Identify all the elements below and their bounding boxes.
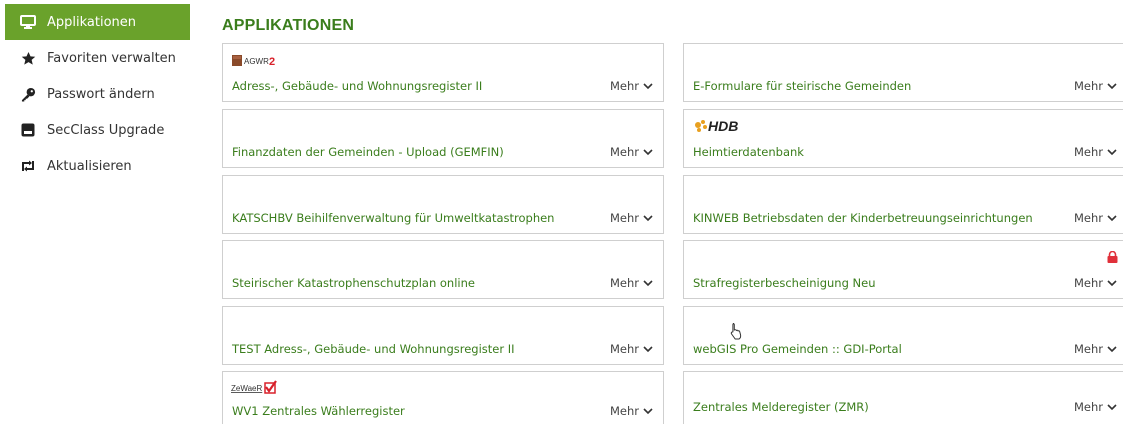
app-title[interactable]: KINWEB Betriebsdaten der Kinderbetreuung…	[693, 211, 1033, 225]
sidebar-item-label: Passwort ändern	[47, 86, 155, 102]
more-button[interactable]: Mehr	[610, 342, 653, 356]
chevron-down-icon	[1107, 82, 1117, 89]
sidebar: Applikationen Favoriten verwalten Passwo…	[5, 4, 190, 184]
app-title[interactable]: Adress-, Gebäude- und Wohnungsregister I…	[232, 79, 482, 93]
secclass-icon	[19, 121, 37, 139]
svg-text:AGWR: AGWR	[244, 57, 269, 66]
hand-pointer-icon	[729, 322, 743, 344]
app-card-hdb[interactable]: HDB Heimtierdatenbank Mehr	[683, 109, 1123, 168]
chevron-down-icon	[643, 345, 653, 352]
chevron-down-icon	[1107, 214, 1117, 221]
more-button[interactable]: Mehr	[1074, 342, 1117, 356]
key-icon	[19, 85, 37, 103]
app-card-strafregister[interactable]: Strafregisterbescheinigung Neu Mehr	[683, 240, 1123, 299]
sidebar-item-secclass[interactable]: SecClass Upgrade	[5, 112, 190, 148]
sidebar-item-label: Applikationen	[47, 14, 137, 30]
chevron-down-icon	[1107, 403, 1117, 410]
app-title[interactable]: E-Formulare für steirische Gemeinden	[693, 79, 911, 93]
app-title[interactable]: Strafregisterbescheinigung Neu	[693, 276, 876, 290]
sidebar-item-aktualisieren[interactable]: Aktualisieren	[5, 148, 190, 184]
app-title[interactable]: Finanzdaten der Gemeinden - Upload (GEMF…	[232, 145, 504, 159]
app-card-kinweb[interactable]: KINWEB Betriebsdaten der Kinderbetreuung…	[683, 175, 1123, 234]
app-title[interactable]: KATSCHBV Beihilfenverwaltung für Umweltk…	[232, 211, 554, 225]
chevron-down-icon	[643, 407, 653, 414]
app-card-zewaer[interactable]: ZeWaeR WV1 Zentrales Wählerregister Mehr	[222, 371, 664, 424]
more-button[interactable]: Mehr	[1074, 145, 1117, 159]
refresh-icon	[19, 157, 37, 175]
app-card-zmr[interactable]: Zentrales Melderegister (ZMR) Mehr	[683, 371, 1123, 424]
chevron-down-icon	[643, 279, 653, 286]
app-card-katschbv[interactable]: KATSCHBV Beihilfenverwaltung für Umweltk…	[222, 175, 664, 234]
app-card-webgis[interactable]: webGIS Pro Gemeinden :: GDI-Portal Mehr	[683, 306, 1123, 365]
page-title: APPLIKATIONEN	[222, 17, 355, 34]
chevron-down-icon	[1107, 345, 1117, 352]
agwr2-logo: AGWR 2	[231, 52, 291, 68]
more-button[interactable]: Mehr	[610, 404, 653, 418]
svg-text:HDB: HDB	[708, 118, 738, 134]
sidebar-item-label: Aktualisieren	[47, 158, 132, 174]
more-button[interactable]: Mehr	[1074, 79, 1117, 93]
lock-icon	[1107, 248, 1118, 267]
app-title[interactable]: Steirischer Katastrophenschutzplan onlin…	[232, 276, 475, 290]
chevron-down-icon	[643, 82, 653, 89]
sidebar-item-favoriten[interactable]: Favoriten verwalten	[5, 40, 190, 76]
more-button[interactable]: Mehr	[610, 276, 653, 290]
chevron-down-icon	[643, 148, 653, 155]
svg-text:2: 2	[269, 56, 275, 67]
app-title[interactable]: webGIS Pro Gemeinden :: GDI-Portal	[693, 342, 902, 356]
app-title[interactable]: TEST Adress-, Gebäude- und Wohnungsregis…	[232, 342, 515, 356]
sidebar-item-label: Favoriten verwalten	[47, 50, 176, 66]
chevron-down-icon	[643, 214, 653, 221]
chevron-down-icon	[1107, 148, 1117, 155]
app-card-gemfin[interactable]: Finanzdaten der Gemeinden - Upload (GEMF…	[222, 109, 664, 168]
sidebar-item-label: SecClass Upgrade	[47, 122, 165, 138]
app-title[interactable]: WV1 Zentrales Wählerregister	[232, 404, 405, 418]
app-card-test-agwr2[interactable]: TEST Adress-, Gebäude- und Wohnungsregis…	[222, 306, 664, 365]
more-button[interactable]: Mehr	[610, 79, 653, 93]
star-icon	[19, 49, 37, 67]
more-button[interactable]: Mehr	[1074, 211, 1117, 225]
app-title[interactable]: Zentrales Melderegister (ZMR)	[693, 400, 869, 414]
chevron-down-icon	[1107, 279, 1117, 286]
more-button[interactable]: Mehr	[1074, 400, 1117, 414]
app-card-katastrophenschutzplan[interactable]: Steirischer Katastrophenschutzplan onlin…	[222, 240, 664, 299]
more-button[interactable]: Mehr	[1074, 276, 1117, 290]
sidebar-item-passwort[interactable]: Passwort ändern	[5, 76, 190, 112]
svg-text:ZeWaeR: ZeWaeR	[231, 384, 262, 393]
zewaer-logo: ZeWaeR	[231, 380, 281, 396]
hdb-logo: HDB	[692, 118, 747, 134]
app-card-agwr2[interactable]: AGWR 2 Adress-, Gebäude- und Wohnungsreg…	[222, 43, 664, 102]
more-button[interactable]: Mehr	[610, 211, 653, 225]
more-button[interactable]: Mehr	[610, 145, 653, 159]
app-title[interactable]: Heimtierdatenbank	[693, 145, 804, 159]
app-card-eformulare[interactable]: E-Formulare für steirische Gemeinden Meh…	[683, 43, 1123, 102]
monitor-icon	[19, 13, 37, 31]
sidebar-item-applikationen[interactable]: Applikationen	[5, 4, 190, 40]
